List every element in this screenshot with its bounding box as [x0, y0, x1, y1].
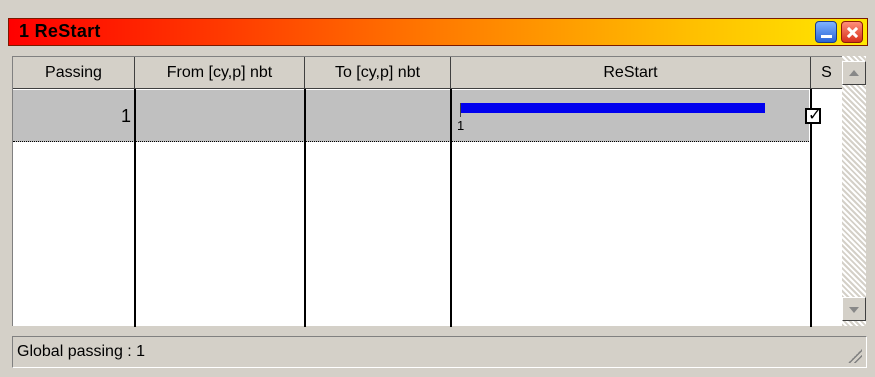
window-title: 1 ReStart — [19, 21, 101, 41]
column-header-from[interactable]: From [cy,p] nbt — [135, 57, 305, 89]
title-bar[interactable]: 1 ReStart — [8, 18, 868, 46]
status-bar: Global passing : 1 — [12, 336, 867, 368]
column-header-s[interactable]: S — [811, 57, 843, 89]
cell-passing: 1 — [120, 105, 131, 126]
resize-grip-icon[interactable] — [848, 349, 862, 363]
restart-progress-label: 1 — [457, 118, 465, 133]
scroll-up-button[interactable] — [842, 61, 866, 85]
restart-progress-bar — [460, 103, 765, 113]
arrow-up-icon — [849, 70, 859, 76]
column-divider — [134, 89, 136, 327]
restart-progress-track — [460, 103, 765, 113]
close-icon[interactable] — [841, 21, 863, 43]
restart-window: 1 ReStart Passing From [cy,p] nbt To [cy… — [0, 0, 875, 377]
column-header-passing[interactable]: Passing — [13, 57, 135, 89]
column-divider — [450, 89, 452, 327]
status-text: Global passing : 1 — [17, 343, 146, 360]
s-checkbox[interactable] — [805, 105, 821, 124]
scroll-down-button[interactable] — [842, 297, 866, 321]
column-header-restart[interactable]: ReStart — [451, 57, 811, 89]
restart-progress-tick — [460, 103, 461, 117]
column-divider — [810, 89, 812, 327]
column-divider — [304, 89, 306, 327]
vertical-scrollbar[interactable] — [842, 56, 866, 326]
arrow-down-icon — [849, 307, 859, 313]
restart-table: Passing From [cy,p] nbt To [cy,p] nbt Re… — [12, 56, 843, 327]
minimize-icon[interactable] — [815, 21, 837, 43]
column-header-to[interactable]: To [cy,p] nbt — [305, 57, 451, 89]
